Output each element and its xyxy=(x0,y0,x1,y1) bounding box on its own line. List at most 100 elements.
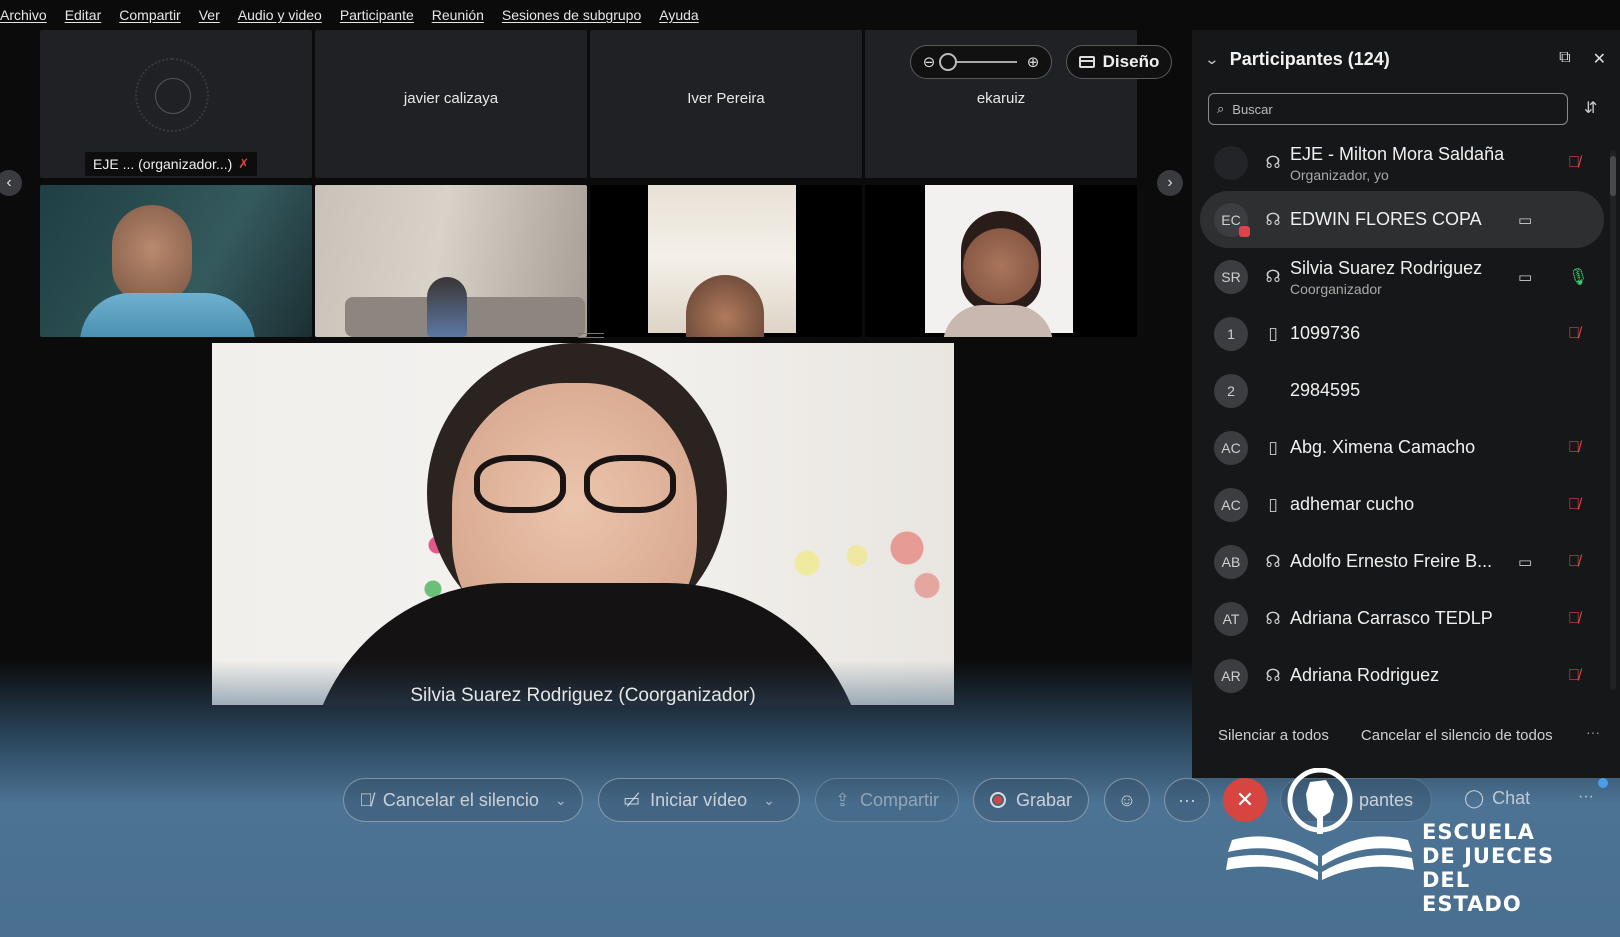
start-video-button[interactable]: ▭̸ Iniciar vídeo ⌄ xyxy=(598,778,800,822)
participant-role: Organizador, yo xyxy=(1290,167,1389,183)
layout-button-label: Diseño xyxy=(1102,52,1160,71)
video-feed-4[interactable] xyxy=(865,185,1137,337)
more-options-icon[interactable]: ··· xyxy=(1586,724,1600,740)
zoom-slider-handle[interactable] xyxy=(939,53,957,71)
participant-row[interactable]: EC ☊ EDWIN FLORES COPA ▭ xyxy=(1200,191,1604,248)
tile-name: javier calizaya xyxy=(403,90,499,107)
participant-row[interactable]: AC ▯ Abg. Ximena Camacho 🎙̸ xyxy=(1200,419,1604,476)
avatar: AC xyxy=(1214,487,1248,522)
menu-ayuda[interactable]: Ayuda xyxy=(659,7,698,23)
close-icon[interactable]: ✕ xyxy=(1593,49,1606,69)
video-tile-javier[interactable]: javier calizaya xyxy=(315,30,587,178)
mic-muted-icon[interactable]: 🎙̸ xyxy=(1568,667,1580,685)
headset-icon: ☊ xyxy=(1265,665,1281,685)
sort-icon[interactable]: ⇵ xyxy=(1584,98,1597,118)
chevron-down-icon[interactable]: ⌄ xyxy=(555,792,567,809)
tile-label-text: EJE ... (organizador...) xyxy=(93,156,233,172)
mic-muted-icon[interactable]: 🎙̸ xyxy=(1568,325,1580,343)
panel-title: Participantes (124) xyxy=(1229,48,1390,69)
zoom-out-icon[interactable]: ⊖ xyxy=(921,53,937,71)
mic-muted-icon[interactable]: 🎙̸ xyxy=(1568,496,1580,514)
avatar xyxy=(1214,145,1248,180)
headset-icon: ☊ xyxy=(1265,608,1281,628)
unmute-all-button[interactable]: Cancelar el silencio de todos xyxy=(1361,727,1553,744)
mute-all-button[interactable]: Silenciar a todos xyxy=(1218,727,1329,744)
participant-name: Abg. Ximena Camacho xyxy=(1290,437,1476,457)
search-input[interactable] xyxy=(1232,101,1533,117)
participant-row[interactable]: SR ☊ Silvia Suarez Rodriguez Coorganizad… xyxy=(1200,248,1604,305)
chevron-down-icon[interactable]: ⌄ xyxy=(763,792,775,809)
collapse-chevron-icon[interactable]: ⌄ xyxy=(1204,51,1219,68)
avatar: SR xyxy=(1214,259,1248,294)
participant-row[interactable]: 1 ▯ 1099736 🎙̸ xyxy=(1200,305,1604,362)
share-button-label: Compartir xyxy=(860,789,940,810)
participant-row[interactable]: 2 2984595 xyxy=(1200,362,1604,419)
camera-icon: ▭ xyxy=(1518,268,1533,286)
mic-muted-icon[interactable]: 🎙̸ xyxy=(1568,439,1580,457)
mic-muted-icon[interactable]: 🎙̸ xyxy=(1568,553,1580,571)
video-tile-iver[interactable]: Iver Pereira xyxy=(590,30,862,178)
next-page-arrow-icon[interactable]: › xyxy=(1157,170,1183,196)
video-frame xyxy=(925,185,1073,337)
panel-scrollbar[interactable] xyxy=(1610,150,1616,690)
prev-page-arrow-icon[interactable]: ‹ xyxy=(0,170,22,196)
menu-archivo[interactable]: Archivo xyxy=(0,7,47,23)
logo-line-1: ESCUELA xyxy=(1422,820,1535,844)
avatar: 1 xyxy=(1214,316,1248,351)
menu-editar[interactable]: Editar xyxy=(65,7,102,23)
logo-line-3: DEL ESTADO xyxy=(1422,868,1522,916)
participant-row[interactable]: AB ☊ Adolfo Ernesto Freire B... ▭ 🎙̸ xyxy=(1200,533,1604,590)
emoji-icon: ☺ xyxy=(1117,789,1137,810)
share-icon: ⇪ xyxy=(834,789,851,810)
record-button[interactable]: Grabar xyxy=(973,778,1089,822)
record-button-label: Grabar xyxy=(1015,789,1073,810)
popout-icon[interactable]: ⧉ xyxy=(1559,49,1570,69)
participant-row[interactable]: AR ☊ Adriana Rodriguez 🎙̸ xyxy=(1200,647,1604,704)
zoom-in-icon[interactable]: ⊕ xyxy=(1025,53,1041,71)
resize-handle[interactable] xyxy=(578,333,604,338)
participant-name: Adolfo Ernesto Freire B... xyxy=(1290,551,1493,571)
tile-name: ekaruiz xyxy=(976,90,1026,107)
logo-text: ESCUELA DE JUECES DEL ESTADO xyxy=(1422,820,1562,916)
tile-name: Iver Pereira xyxy=(687,90,765,107)
share-button[interactable]: ⇪ Compartir xyxy=(815,778,959,822)
more-button[interactable]: ··· xyxy=(1164,778,1210,822)
video-tile-organizer[interactable]: EJE ... (organizador...) ✗ xyxy=(40,30,312,178)
zoom-control[interactable]: ⊖ ⊕ xyxy=(910,45,1052,79)
main-speaker-video[interactable] xyxy=(212,343,954,705)
phone-icon: ▯ xyxy=(1268,437,1278,457)
mic-active-icon[interactable]: 🎙 xyxy=(1568,267,1588,287)
scrollbar-thumb[interactable] xyxy=(1610,156,1616,196)
participant-row[interactable]: ☊ EJE - Milton Mora Saldaña Organizador,… xyxy=(1200,134,1604,191)
menu-ver[interactable]: Ver xyxy=(199,7,220,23)
participant-row[interactable]: AT ☊ Adriana Carrasco TEDLP 🎙̸ xyxy=(1200,590,1604,647)
headset-icon: ☊ xyxy=(1265,266,1281,286)
status-badge xyxy=(1239,225,1250,237)
participant-face xyxy=(112,205,192,303)
glasses-right-lens xyxy=(584,455,676,513)
participant-list: ☊ EJE - Milton Mora Saldaña Organizador,… xyxy=(1200,134,1604,704)
menu-compartir[interactable]: Compartir xyxy=(119,7,180,23)
mic-muted-icon[interactable]: 🎙̸ xyxy=(1568,610,1580,628)
participant-figure xyxy=(427,277,467,337)
more-options-icon[interactable]: ··· xyxy=(1578,788,1594,806)
participant-row[interactable]: AC ▯ adhemar cucho 🎙̸ xyxy=(1200,476,1604,533)
unmute-button[interactable]: 🎙̸ Cancelar el silencio ⌄ xyxy=(343,778,583,822)
reactions-button[interactable]: ☺ xyxy=(1104,778,1150,822)
menu-reunion[interactable]: Reunión xyxy=(432,7,484,23)
video-feed-3[interactable] xyxy=(590,185,862,337)
mic-muted-icon[interactable]: 🎙̸ xyxy=(1568,154,1580,172)
participant-search[interactable]: ⌕ xyxy=(1208,93,1568,125)
zoom-slider[interactable] xyxy=(939,53,1017,71)
menu-audio-video[interactable]: Audio y video xyxy=(238,7,322,23)
avatar: AR xyxy=(1214,658,1248,693)
record-icon xyxy=(989,792,1006,808)
menu-participante[interactable]: Participante xyxy=(340,7,414,23)
headset-icon: ☊ xyxy=(1265,209,1281,229)
layout-button[interactable]: Diseño xyxy=(1066,45,1172,79)
menu-sesiones-subgrupo[interactable]: Sesiones de subgrupo xyxy=(502,7,641,23)
unmute-button-label: Cancelar el silencio xyxy=(382,789,539,810)
video-feed-1[interactable] xyxy=(40,185,312,337)
panel-footer: Silenciar a todos Cancelar el silencio d… xyxy=(1218,727,1553,744)
video-feed-2[interactable] xyxy=(315,185,587,337)
